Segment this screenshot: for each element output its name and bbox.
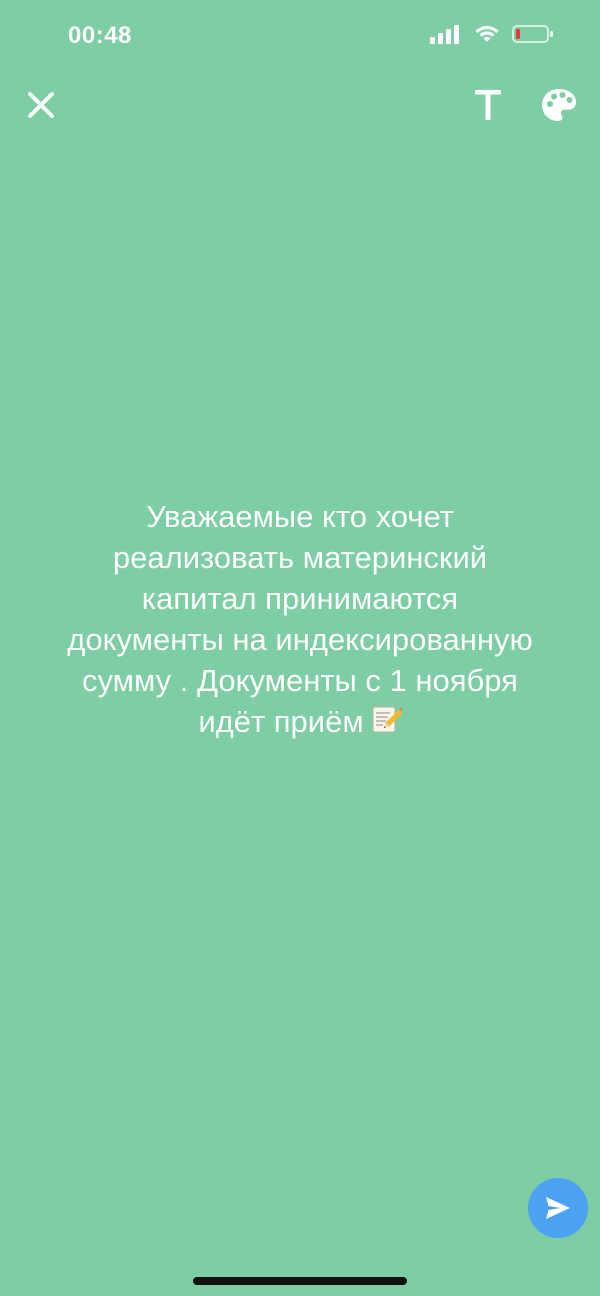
wifi-icon: [474, 24, 500, 49]
status-text: Уважаемые кто хочет реализовать материнс…: [60, 496, 540, 745]
send-button[interactable]: [528, 1178, 588, 1238]
status-bar-icons: [430, 24, 554, 49]
status-text-area[interactable]: Уважаемые кто хочет реализовать материнс…: [40, 496, 560, 745]
palette-button[interactable]: [536, 82, 582, 128]
send-icon: [546, 1197, 570, 1219]
text-tool-icon: [475, 90, 501, 120]
palette-icon: [542, 89, 576, 121]
memo-pencil-icon: [370, 703, 405, 745]
status-editor-screen: 00:48 Уважаемые кто хочет реализовать ма…: [0, 0, 600, 1296]
status-bar: 00:48: [0, 0, 600, 72]
home-indicator[interactable]: [193, 1277, 407, 1285]
text-tool-button[interactable]: [466, 82, 510, 128]
close-button[interactable]: [18, 82, 64, 128]
battery-low-icon: [512, 24, 554, 49]
status-text-content: Уважаемые кто хочет реализовать материнс…: [67, 499, 533, 739]
status-bar-time: 00:48: [68, 22, 132, 49]
cellular-signal-icon: [430, 24, 462, 49]
close-icon: [28, 92, 54, 118]
